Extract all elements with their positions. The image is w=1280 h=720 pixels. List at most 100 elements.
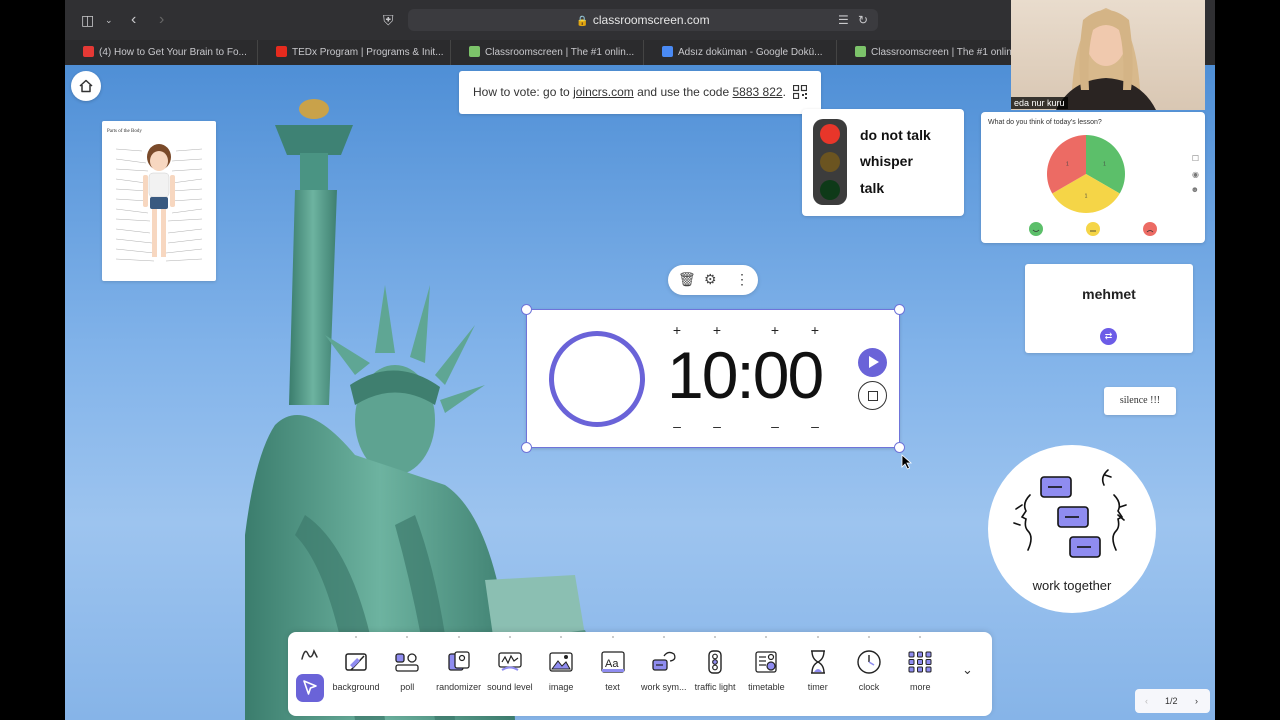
browser-tab[interactable]: TEDx Program | Programs & Init... [258,40,451,65]
timer-value[interactable]: 10:00 [667,337,824,413]
tool-indicator-dot [662,636,665,638]
reload-icon[interactable]: ↻ [858,0,868,40]
tool-label: work sym... [641,682,687,692]
chevron-down-icon[interactable]: ⌄ [962,662,973,678]
tool-sound-level[interactable]: sound level [484,636,536,692]
classroom-stage[interactable]: How to vote: go to joincrs.com and use t… [65,65,1215,720]
browser-tab[interactable]: Classroomscreen | The #1 onlin... [837,40,1030,65]
tool-indicator-dot [765,636,768,638]
increment-seconds-ones[interactable]: + [808,322,822,338]
lock-icon[interactable]: ☐ [1192,154,1199,163]
resize-handle-top-left[interactable] [521,304,532,315]
stop-button[interactable] [858,381,887,410]
resize-handle-bottom-left[interactable] [521,442,532,453]
draw-icon[interactable] [300,645,320,663]
tool-indicator-dot [868,636,870,638]
person-icon[interactable]: ☻ [1191,185,1199,194]
tool-timetable[interactable]: timetable [740,636,792,692]
pie-slice-label: 1 [1085,193,1088,199]
browser-tab[interactable]: (4) How to Get Your Brain to Fo... [65,40,258,65]
traffic-label-red: do not talk [860,127,931,143]
favicon-icon [83,46,94,57]
tab-label: Classroomscreen | The #1 onlin... [485,47,635,58]
vote-link[interactable]: joincrs.com [573,85,634,99]
qr-code-icon[interactable] [793,85,807,99]
resize-handle-top-right[interactable] [894,304,905,315]
work-symbol-widget[interactable]: work together [988,445,1156,613]
tool-text[interactable]: Aa text [587,636,639,692]
neutral-face-icon[interactable] [1086,222,1100,236]
chevron-down-icon[interactable]: ⌄ [105,0,113,40]
red-light[interactable] [820,124,840,144]
url-text: classroomscreen.com [592,13,710,27]
tool-background[interactable]: background [330,636,382,692]
poll-icon [395,653,419,672]
tool-label: text [605,682,620,692]
poll-widget[interactable]: What do you think of today's lesson? 111… [981,112,1205,243]
trash-icon[interactable]: 🗑 [678,271,696,288]
timer-widget[interactable]: 10:00 + + + + – – – – [521,304,905,453]
sticky-note[interactable]: silence !!! [1104,387,1176,415]
tool-randomizer[interactable]: randomizer [433,636,485,692]
home-button[interactable] [71,71,101,101]
shuffle-button[interactable]: ⇄ [1100,328,1117,345]
decrement-seconds-tens[interactable]: – [768,418,782,434]
tool-image[interactable]: image [535,636,587,692]
url-bar[interactable]: 🔒 classroomscreen.com [408,9,878,31]
vote-code: 5883 822 [732,85,783,99]
poll-pie-chart: 1 1 1 [1029,135,1157,236]
tool-indicator-dot [816,636,819,638]
sad-face-icon[interactable] [1143,222,1157,236]
increment-minutes-ones[interactable]: + [710,322,724,338]
tool-clock[interactable]: clock [843,636,895,692]
forward-icon[interactable]: › [159,0,164,40]
vote-prefix: How to vote: go to [473,85,574,99]
browser-tab[interactable]: Adsız doküman - Google Dokü... [644,40,837,65]
decrement-seconds-ones[interactable]: – [808,418,822,434]
back-icon[interactable]: ‹ [131,0,136,40]
work-symbol-label: work together [1032,578,1112,593]
tab-label: Adsız doküman - Google Dokü... [678,47,823,58]
sidebar-toggle-icon[interactable]: ◫ [81,0,94,40]
decrement-minutes-tens[interactable]: – [670,418,684,434]
tool-label: poll [400,682,415,692]
favicon-icon [469,46,480,57]
tool-work-symbols[interactable]: work sym... [638,636,690,692]
page-indicator: 1/2 [1165,696,1178,706]
next-page-icon[interactable]: › [1195,689,1198,713]
favicon-icon [855,46,866,57]
previous-page-icon[interactable]: ‹ [1145,689,1148,713]
increment-minutes-tens[interactable]: + [670,322,684,338]
select-tool-button[interactable] [296,674,324,702]
green-light[interactable] [820,180,840,200]
tool-indicator-dot [508,636,511,638]
tool-label: sound level [487,682,533,692]
shield-icon[interactable]: ⛨ [383,0,394,40]
eye-icon[interactable]: ◉ [1192,170,1199,179]
tool-traffic-light[interactable]: traffic light [689,636,741,692]
tool-label: timer [807,682,828,692]
tool-more[interactable]: more [894,636,946,692]
traffic-light-widget[interactable]: do not talk whisper talk [802,109,964,216]
favicon-icon [276,46,287,57]
increment-seconds-tens[interactable]: + [768,322,782,338]
decrement-minutes-ones[interactable]: – [710,418,724,434]
randomizer-icon [447,651,470,671]
play-button[interactable] [858,348,887,377]
parts-of-body-worksheet[interactable]: Parts of the Body [102,121,216,281]
image-icon [549,652,573,672]
browser-tab[interactable]: Classroomscreen | The #1 onlin... [451,40,644,65]
gear-icon[interactable]: ⚙ [704,271,717,288]
tool-timer[interactable]: timer [792,636,844,692]
tool-indicator-dot [714,636,717,638]
happy-face-icon[interactable] [1029,222,1043,236]
translate-icon[interactable]: ☰ [838,0,849,40]
random-name-widget[interactable]: mehmet ⇄ [1025,264,1193,353]
kebab-menu-icon[interactable]: ⋮ [735,271,749,288]
tool-label: background [332,682,380,692]
yellow-light[interactable] [820,152,840,172]
tab-label: (4) How to Get Your Brain to Fo... [99,47,247,58]
traffic-label-green: talk [860,180,885,196]
resize-handle-bottom-right[interactable] [894,442,905,453]
tool-poll[interactable]: poll [381,636,433,692]
